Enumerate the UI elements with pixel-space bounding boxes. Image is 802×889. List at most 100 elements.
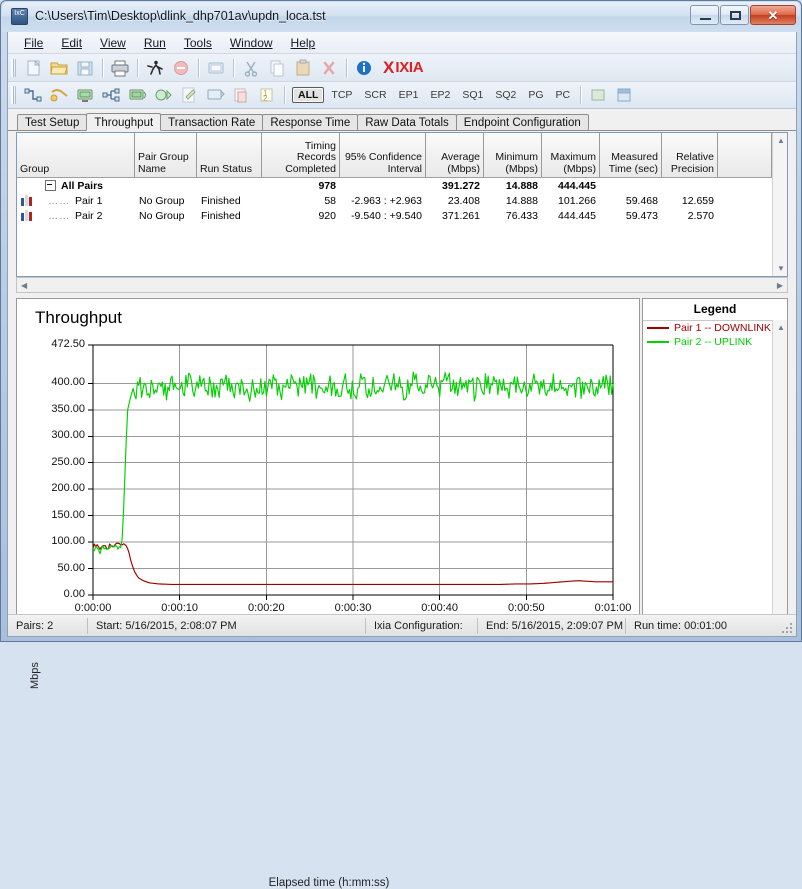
copy-icon[interactable]	[265, 57, 289, 79]
tab-test-setup[interactable]: Test Setup	[17, 114, 88, 130]
menu-help[interactable]: Help	[282, 33, 325, 53]
stop-test-icon[interactable]	[169, 57, 193, 79]
protocol-pc[interactable]: PC	[551, 88, 576, 102]
menu-file-label: File	[24, 35, 44, 50]
cut-icon[interactable]	[239, 57, 263, 79]
table-cell: 371.261	[442, 209, 480, 222]
grid-column-header[interactable]: Group	[17, 133, 135, 177]
tree-connector: ……	[33, 195, 71, 207]
tab-response-time[interactable]: Response Time	[262, 114, 359, 130]
scroll-left-arrow[interactable]: ◀	[21, 281, 27, 290]
tab-transaction-rate[interactable]: Transaction Rate	[160, 114, 264, 130]
add-pair-icon[interactable]	[21, 84, 45, 106]
toolbar-separator-3	[198, 58, 199, 77]
status-run-time: Run time: 00:01:00	[634, 619, 727, 632]
expand-collapse-icon[interactable]	[45, 180, 56, 192]
grid-horizontal-scrollbar[interactable]: ◀ ▶	[16, 277, 788, 293]
toolbar2-grip[interactable]	[11, 86, 16, 104]
table-cell: 76.433	[505, 209, 538, 222]
menu-view[interactable]: View	[91, 33, 135, 53]
paste-icon[interactable]	[291, 57, 315, 79]
table-cell: 59.468	[625, 194, 658, 207]
scroll-up-arrow[interactable]: ▲	[777, 136, 785, 145]
maximize-button[interactable]	[720, 5, 749, 25]
grid-column-header[interactable]: Average (Mbps)	[426, 133, 484, 177]
protocol-ep2[interactable]: EP2	[425, 88, 455, 102]
status-end-time: End: 5/16/2015, 2:09:07 PM	[478, 617, 626, 634]
add-endpoint-pair-icon[interactable]	[73, 84, 97, 106]
ixchariot-icon: IxC	[11, 8, 28, 25]
copy-pair-icon[interactable]	[229, 84, 253, 106]
add-multicast-group-icon[interactable]	[99, 84, 123, 106]
report-icon[interactable]	[612, 84, 636, 106]
legend-item[interactable]: Pair 2 -- UPLINK	[643, 335, 787, 349]
run-test-icon[interactable]	[143, 57, 167, 79]
status-start-time: Start: 5/16/2015, 2:08:07 PM	[88, 617, 366, 634]
tab-endpoint-configuration[interactable]: Endpoint Configuration	[455, 114, 589, 130]
print-icon[interactable]	[108, 57, 132, 79]
grid-column-header[interactable]: Maximum (Mbps)	[542, 133, 600, 177]
grid-column-header[interactable]: 95% Confidence Interval	[340, 133, 426, 177]
table-cell: 391.272	[442, 179, 480, 192]
resize-grip-icon[interactable]	[780, 621, 794, 635]
validate-icon[interactable]: 12	[255, 84, 279, 106]
table-row[interactable]: …… Pair 1 No Group Finished 58 -2.963 : +2.96…	[17, 193, 787, 208]
table-row[interactable]: All Pairs 978 391.272 14.888 444.445	[17, 178, 787, 193]
menu-run[interactable]: Run	[135, 33, 175, 53]
scroll-right-arrow[interactable]: ▶	[777, 281, 783, 290]
minimize-button[interactable]	[690, 5, 719, 25]
legend-vertical-scrollbar[interactable]: ▲ ▼	[772, 320, 787, 629]
grid-column-header[interactable]: Timing Records Completed	[262, 133, 340, 177]
grid-column-header[interactable]: Pair Group Name	[135, 133, 197, 177]
save-icon[interactable]	[73, 57, 97, 79]
delete-icon[interactable]	[317, 57, 341, 79]
menu-file[interactable]: File	[15, 33, 52, 53]
protocol-scr[interactable]: SCR	[359, 88, 391, 102]
grid-header-row: Group Pair Group Name Run Status Timing Rec…	[17, 133, 787, 178]
add-pair-group-icon[interactable]	[47, 84, 71, 106]
client-area: File Edit View Run Tools Window Help X I…	[7, 32, 797, 889]
legend-color-swatch	[647, 327, 669, 329]
protocol-ep1[interactable]: EP1	[394, 88, 424, 102]
open-folder-icon[interactable]	[47, 57, 71, 79]
menu-edit[interactable]: Edit	[52, 33, 91, 53]
pair-setup-icon[interactable]	[204, 57, 228, 79]
grid-column-header[interactable]: Relative Precision	[662, 133, 718, 177]
add-voip-pair-icon[interactable]	[125, 84, 149, 106]
protocol-tcp[interactable]: TCP	[326, 88, 357, 102]
table-cell: 14.888	[505, 179, 538, 192]
hardware-pair-icon[interactable]	[203, 84, 227, 106]
chart-y-axis-label: Mbps	[29, 662, 41, 689]
edit-pair-icon[interactable]	[177, 84, 201, 106]
new-document-icon[interactable]	[21, 57, 45, 79]
bar-chart-icon	[21, 195, 33, 207]
legend-item[interactable]: Pair 1 -- DOWNLINK	[643, 321, 787, 335]
scroll-down-arrow[interactable]: ▼	[777, 264, 785, 273]
menu-tools[interactable]: Tools	[175, 33, 221, 53]
menu-help-label: Help	[290, 35, 316, 50]
table-cell: Finished	[201, 194, 241, 207]
toolbar-grip[interactable]	[11, 58, 16, 77]
bar-chart-icon	[21, 210, 33, 222]
console-icon[interactable]	[586, 84, 610, 106]
grid-column-header[interactable]: Run Status	[197, 133, 262, 177]
protocol-sq2[interactable]: SQ2	[490, 88, 521, 102]
info-icon[interactable]	[352, 57, 376, 79]
tab-raw-data-totals[interactable]: Raw Data Totals	[357, 114, 457, 130]
legend-scroll-up-arrow[interactable]: ▲	[777, 323, 785, 332]
menu-window[interactable]: Window	[221, 33, 282, 53]
add-video-pair-icon[interactable]	[151, 84, 175, 106]
close-button[interactable]: ✕	[750, 5, 796, 25]
grid-column-header[interactable]: Minimum (Mbps)	[484, 133, 542, 177]
grid-vertical-scrollbar[interactable]: ▲ ▼	[772, 133, 787, 276]
protocol-all[interactable]: ALL	[292, 87, 325, 103]
tab-throughput[interactable]: Throughput	[86, 113, 162, 131]
protocol-pg[interactable]: PG	[523, 88, 548, 102]
table-cell: 920	[318, 209, 336, 222]
grid-column-header-label: 95% Confidence Interval	[344, 151, 422, 175]
grid-column-header[interactable]	[718, 133, 772, 177]
grid-column-header[interactable]: Measured Time (sec)	[600, 133, 662, 177]
table-row[interactable]: …… Pair 2 No Group Finished 920 -9.540 : +9.5…	[17, 208, 787, 223]
protocol-sq1[interactable]: SQ1	[457, 88, 488, 102]
title-bar: IxC C:\Users\Tim\Desktop\dlink_dhp701av\…	[2, 2, 800, 32]
